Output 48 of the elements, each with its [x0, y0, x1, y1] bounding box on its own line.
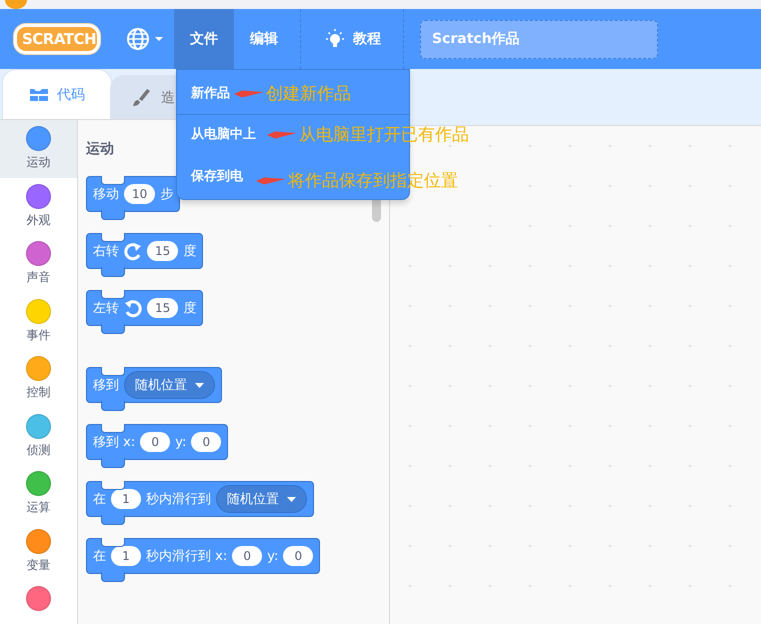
block-label: 秒内滑行到 [146, 491, 211, 508]
arrow-icon [256, 174, 286, 186]
number-input[interactable]: 0 [283, 546, 314, 566]
block-label: 左转 [93, 300, 119, 317]
code-blocks-icon [29, 87, 49, 102]
rotate-right-icon [124, 242, 142, 260]
block-label: 度 [183, 243, 196, 260]
category-item[interactable]: 事件 [0, 292, 77, 350]
lightbulb-icon [323, 28, 347, 50]
block-label: 在 [93, 548, 106, 565]
number-input[interactable]: 0 [232, 546, 262, 566]
category-item[interactable]: 变量 [0, 522, 77, 580]
block-label: 步 [160, 186, 174, 203]
caret-icon [287, 496, 296, 502]
block-label: 移到 [93, 377, 119, 394]
block-label: 秒内滑行到 x: [146, 548, 228, 565]
block-label: 右转 [93, 243, 119, 260]
category-item[interactable]: 运算 [0, 465, 77, 522]
app-icon [5, 0, 27, 9]
block-label: 在 [93, 491, 106, 508]
number-input[interactable]: 1 [111, 489, 141, 509]
category-item[interactable]: 声音 [0, 235, 77, 292]
rotate-left-icon [124, 298, 142, 318]
dropdown-input[interactable]: 随机位置 [124, 371, 215, 399]
number-input[interactable]: 0 [140, 432, 170, 452]
category-heading: 运动 [86, 140, 114, 159]
block-label: 移动 [93, 186, 119, 203]
dropdown-input[interactable]: 随机位置 [216, 485, 307, 513]
arrow-icon [234, 88, 264, 100]
menu-item[interactable]: 文件 [174, 9, 234, 69]
block-label: 度 [183, 300, 196, 317]
category-item[interactable]: 运动 [0, 120, 77, 178]
number-input[interactable]: 1 [111, 546, 141, 566]
block-label: y: [175, 434, 186, 450]
category-item[interactable]: 侦测 [0, 408, 77, 465]
block-label: 移到 x: [93, 434, 136, 451]
category-item[interactable]: 外观 [0, 178, 77, 235]
number-input[interactable]: 15 [147, 298, 178, 318]
paintbrush-icon [131, 88, 151, 108]
number-input[interactable]: 0 [191, 432, 222, 452]
annotation-text: 创建新作品 [266, 83, 351, 105]
number-input[interactable]: 10 [124, 184, 156, 204]
arrow-icon [267, 128, 297, 140]
number-input[interactable]: 15 [147, 241, 178, 261]
category-item[interactable]: 控制 [0, 350, 77, 408]
block-label: y: [267, 548, 278, 564]
caret-icon [195, 382, 204, 388]
globe-icon [126, 27, 164, 51]
